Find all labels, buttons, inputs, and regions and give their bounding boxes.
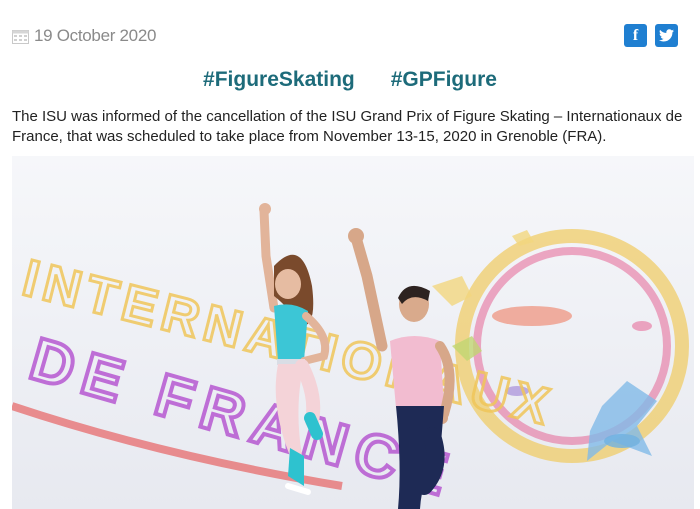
calendar-icon [12, 29, 29, 44]
skaters-illustration: INTERNATIONAUX DE FRANCE [12, 156, 694, 509]
article-summary: The ISU was informed of the cancellation… [12, 108, 683, 145]
twitter-icon [659, 29, 674, 42]
article-date: 19 October 2020 [12, 26, 156, 46]
article-meta: 19 October 2020 f [12, 24, 688, 50]
hashtag-gpfigure[interactable]: #GPFigure [391, 68, 497, 92]
facebook-share-button[interactable]: f [624, 24, 647, 47]
hashtag-figureskating[interactable]: #FigureSkating [203, 68, 355, 92]
date-text: 19 October 2020 [34, 26, 157, 45]
share-buttons: f [624, 24, 678, 47]
article-photo: INTERNATIONAUX DE FRANCE [12, 156, 694, 509]
hashtag-row: #FigureSkating #GPFigure [0, 68, 700, 92]
facebook-icon: f [632, 26, 639, 44]
twitter-share-button[interactable] [655, 24, 678, 47]
